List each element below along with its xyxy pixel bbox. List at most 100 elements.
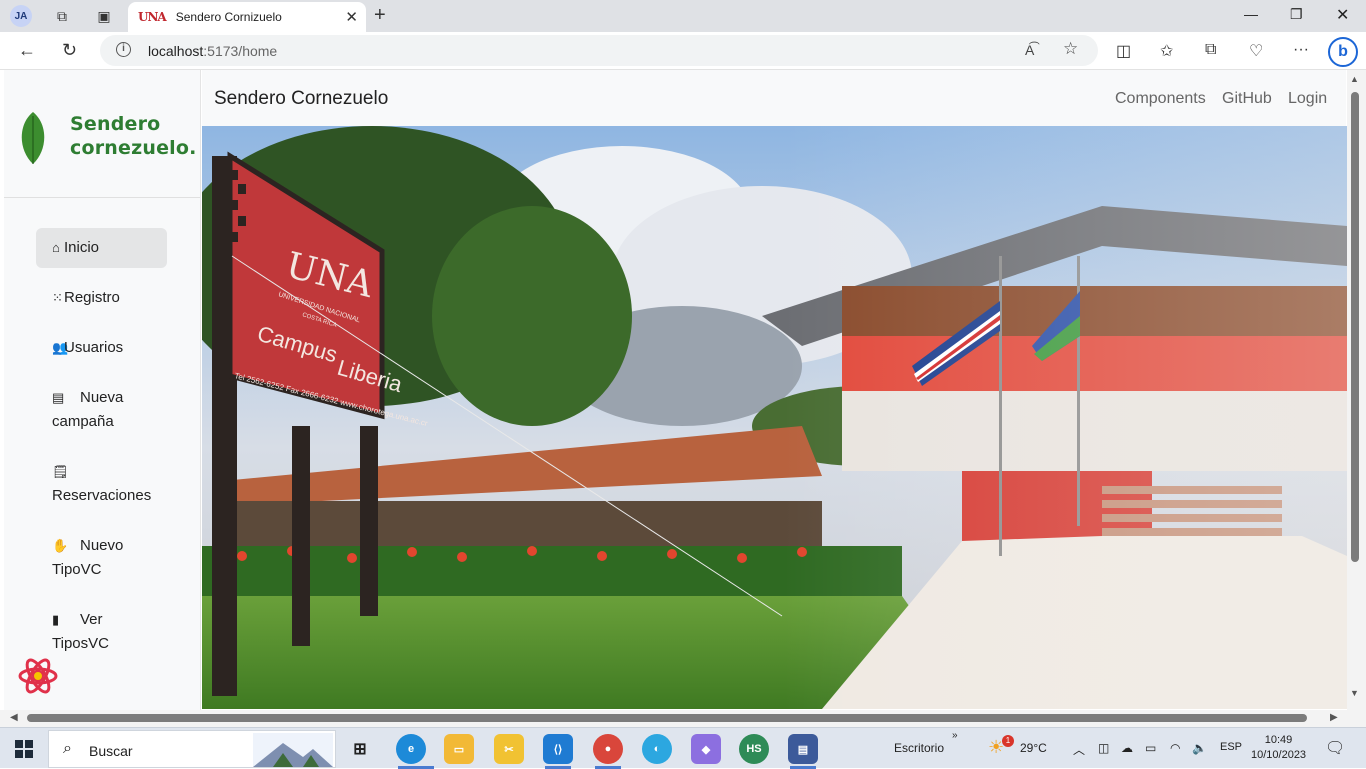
search-placeholder: Buscar (89, 743, 133, 759)
horizontal-scrollbar[interactable]: ◀ ▶ (0, 710, 1366, 727)
language-indicator[interactable]: ESP (1220, 741, 1242, 753)
hidden-icons-chevron-icon[interactable]: ︿ (1073, 741, 1085, 758)
tab-actions-icon[interactable]: ▣ (93, 5, 115, 27)
address-bar[interactable]: i localhost:5173/home A͡ ☆ (100, 35, 1098, 66)
sidebar-brand[interactable]: Sendero cornezuelo. (4, 70, 200, 198)
search-icon: ⌕ (63, 740, 72, 757)
sidebar-item-ver-tiposvc[interactable]: ▮ Ver TiposVC (36, 608, 167, 656)
split-screen-icon[interactable]: ◫ (1116, 41, 1131, 61)
read-aloud-icon[interactable]: A͡ (1025, 42, 1034, 58)
scroll-left-icon[interactable]: ◀ (10, 712, 18, 723)
notifications-icon[interactable]: 🗨 (1325, 738, 1345, 758)
sidebar-item-label: TipoVC (52, 561, 102, 578)
task-view-icon[interactable]: ⊞ (345, 734, 375, 764)
tab-title: Sendero Cornizuelo (175, 10, 282, 24)
vscode-icon[interactable]: ⟨⟩ (543, 734, 573, 764)
workspaces-icon[interactable]: ⧉ (51, 5, 73, 27)
file-explorer-icon[interactable]: ▭ (444, 734, 474, 764)
brand-line-2: cornezuelo. (70, 137, 197, 159)
horizontal-scroll-thumb[interactable] (27, 714, 1307, 722)
sidebar-item-nueva-campana[interactable]: ▤ Nueva campaña (36, 386, 167, 434)
sidebar-item-label: campaña (52, 413, 114, 430)
weather-badge: 1 (1002, 735, 1014, 747)
volume-icon[interactable]: 🔈 (1192, 741, 1207, 755)
taskbar: ⌕ Buscar ⊞ e ▭ ✂ ⟨⟩ ● ◐ ◆ HS ▤ Escritori… (0, 727, 1366, 769)
sidebar-item-label: Nuevo (80, 537, 124, 554)
copilot-icon[interactable]: b (1328, 37, 1358, 67)
extensions-icon[interactable]: ♡ (1249, 41, 1263, 61)
top-navbar: Sendero Cornezuelo Components GitHub Log… (202, 70, 1346, 126)
vertical-scroll-thumb[interactable] (1351, 92, 1359, 562)
more-menu-icon[interactable]: ··· (1293, 41, 1309, 59)
site-info-icon[interactable]: i (116, 42, 131, 57)
home-icon: ⌂ (52, 240, 60, 255)
leaf-logo-icon (21, 112, 45, 164)
react-devtools-icon[interactable] (18, 656, 58, 696)
profile-avatar[interactable]: JA (10, 5, 32, 27)
scroll-right-icon[interactable]: ▶ (1330, 712, 1338, 723)
nav-link-components[interactable]: Components (1115, 90, 1206, 108)
battery-icon[interactable]: ▭ (1145, 741, 1156, 755)
nav-link-login[interactable]: Login (1288, 90, 1327, 108)
brand-name: Sendero cornezuelo. (70, 112, 197, 160)
url-text[interactable]: localhost:5173/home (148, 43, 277, 59)
new-type-icon: ✋ (52, 538, 69, 553)
clock[interactable]: 10:49 10/10/2023 (1251, 733, 1306, 763)
sidebar-item-label: Usuarios (64, 339, 124, 356)
edge-browser-icon[interactable]: e (396, 734, 426, 764)
campaign-icon: ▤ (52, 390, 65, 405)
document-icon: ▮ (52, 612, 60, 627)
onedrive-icon[interactable]: ☁ (1121, 741, 1133, 755)
windows-start-icon[interactable] (15, 740, 33, 758)
register-icon: ⁙ (52, 290, 63, 305)
copilot-app-icon[interactable]: ◆ (691, 734, 721, 764)
tools-app-icon[interactable]: ✂ (494, 734, 524, 764)
sidebar-item-label: Reservaciones (52, 487, 152, 504)
nav-link-github[interactable]: GitHub (1222, 90, 1272, 108)
security-icon[interactable]: ◫ (1098, 741, 1109, 755)
scroll-up-icon[interactable]: ▲ (1350, 74, 1359, 84)
taskbar-search[interactable]: ⌕ Buscar (48, 730, 336, 768)
wifi-icon[interactable]: ◠ (1170, 741, 1180, 755)
toolbar-expand-icon[interactable]: » (952, 730, 958, 741)
vertical-scrollbar[interactable]: ▲ ▼ (1347, 70, 1366, 710)
search-highlight-image (253, 733, 333, 767)
sidebar-item-label: TiposVC (52, 635, 109, 652)
minimize-icon[interactable]: — (1244, 6, 1258, 22)
sidebar-item-inicio[interactable]: ⌂ Inicio (36, 228, 167, 268)
close-tab-icon[interactable]: ✕ (345, 8, 358, 26)
sidebar-item-reservaciones[interactable]: 🗒 Reservaciones (36, 460, 167, 508)
sidebar-item-nuevo-tipovc[interactable]: ✋ Nuevo TipoVC (36, 534, 167, 582)
close-window-icon[interactable]: ✕ (1336, 5, 1349, 25)
browser-toolbar: ← ↻ i localhost:5173/home A͡ ☆ ◫ ✩ ⧉ ♡ ·… (0, 32, 1366, 70)
new-tab-icon[interactable]: + (374, 4, 386, 27)
sidebar-item-label: Inicio (64, 239, 100, 256)
sidebar-item-label: Nueva (80, 389, 124, 406)
page-viewport: Sendero cornezuelo. ⌂ Inicio ⁙Registro 👥U… (0, 70, 1366, 727)
weather-temperature[interactable]: 29°C (1020, 741, 1047, 755)
refresh-icon[interactable]: ↻ (62, 40, 77, 61)
chrome-icon[interactable]: ● (593, 734, 623, 764)
collections-icon[interactable]: ⧉ (1205, 41, 1216, 59)
active-tab[interactable]: UNA Sendero Cornizuelo ✕ (128, 2, 366, 32)
favorites-icon[interactable]: ✩ (1160, 41, 1173, 61)
blue-app-icon[interactable]: ◐ (642, 734, 672, 764)
restore-icon[interactable]: ❐ (1290, 6, 1303, 23)
users-icon: 👥 (52, 340, 69, 355)
sidebar-item-label: Ver (80, 611, 103, 628)
campus-photo: UNA UNIVERSIDAD NACIONAL COSTA RICA Camp… (202, 126, 1347, 709)
clock-date: 10/10/2023 (1251, 749, 1307, 761)
reservations-icon: 🗒 (52, 464, 69, 479)
tab-favicon: UNA (138, 10, 167, 24)
sidebar-item-label: Registro (64, 289, 120, 306)
back-icon[interactable]: ← (18, 40, 36, 61)
remote-desktop-icon[interactable]: ▤ (788, 734, 818, 764)
navbar-title[interactable]: Sendero Cornezuelo (214, 88, 388, 110)
desktop-label[interactable]: Escritorio (894, 741, 944, 755)
sidebar-item-usuarios[interactable]: 👥Usuarios (36, 336, 167, 360)
sidebar: Sendero cornezuelo. ⌂ Inicio ⁙Registro 👥U… (4, 70, 201, 710)
sidebar-item-registro[interactable]: ⁙Registro (36, 286, 167, 310)
hs-app-icon[interactable]: HS (739, 734, 769, 764)
scroll-down-icon[interactable]: ▼ (1350, 688, 1359, 698)
favorite-star-icon[interactable]: ☆ (1063, 39, 1078, 59)
